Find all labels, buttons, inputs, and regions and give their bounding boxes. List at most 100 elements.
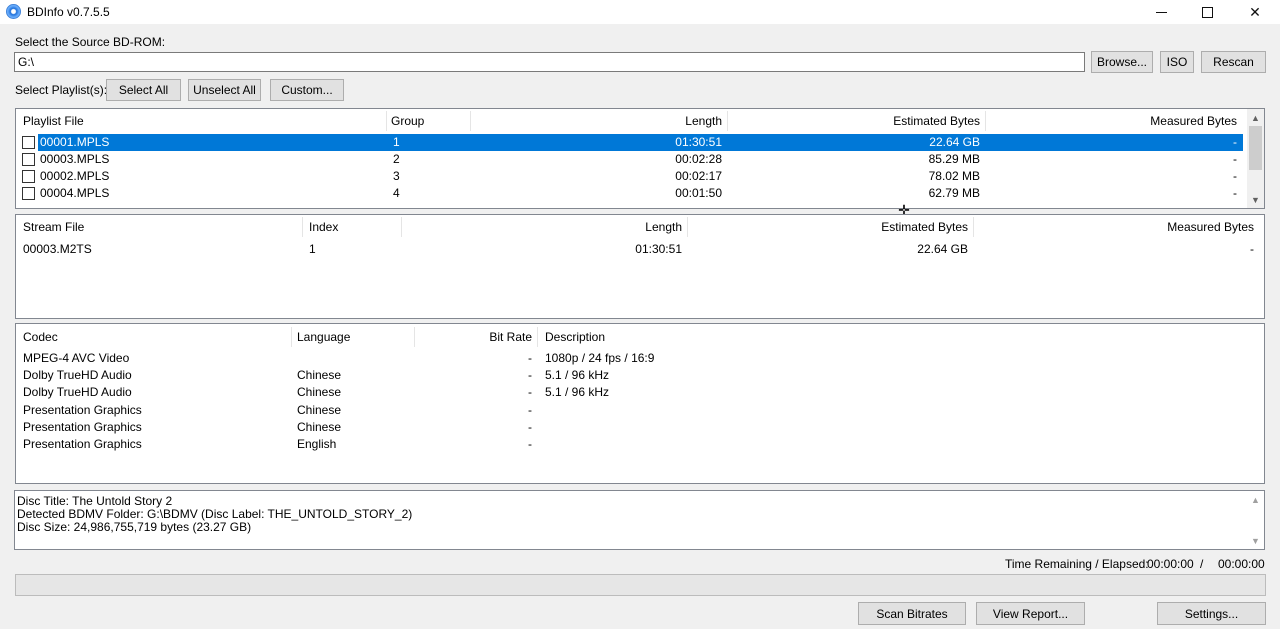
scroll-up-icon[interactable]: ▲ — [1247, 109, 1264, 126]
column-divider[interactable] — [470, 111, 471, 131]
playlist-checkbox[interactable] — [22, 136, 35, 149]
stream-measured-bytes: - — [1250, 242, 1254, 256]
column-header-measured-bytes[interactable]: Measured Bytes — [987, 109, 1237, 133]
source-path-input[interactable]: G:\ — [14, 52, 1085, 72]
playlist-row[interactable]: 00002.MPLS 3 00:02:17 78.02 MB - — [38, 168, 1243, 185]
playlist-scrollbar[interactable]: ▲ ▼ — [1247, 109, 1264, 208]
report-line-bdmv-folder: Detected BDMV Folder: G:\BDMV (Disc Labe… — [17, 507, 413, 521]
playlist-file: 00003.MPLS — [40, 152, 110, 166]
column-header-index[interactable]: Index — [309, 215, 338, 239]
column-header-length[interactable]: Length — [403, 215, 682, 239]
column-header-stream-file[interactable]: Stream File — [23, 215, 84, 239]
column-header-measured-bytes[interactable]: Measured Bytes — [975, 215, 1254, 239]
playlist-group: 1 — [393, 135, 400, 149]
playlist-file: 00001.MPLS — [40, 135, 110, 149]
playlist-row[interactable]: 00001.MPLS 1 01:30:51 22.64 GB - — [38, 134, 1243, 151]
stream-file: 00003.M2TS — [23, 242, 92, 256]
playlist-checkbox[interactable] — [22, 187, 35, 200]
playlist-checkbox[interactable] — [22, 170, 35, 183]
column-header-group[interactable]: Group — [391, 109, 424, 133]
column-header-language[interactable]: Language — [297, 325, 350, 349]
report-line-disc-title: Disc Title: The Untold Story 2 — [17, 494, 173, 508]
playlist-checkbox[interactable] — [22, 153, 35, 166]
scan-progress-bar — [15, 574, 1266, 596]
playlist-list[interactable]: Playlist File Group Length Estimated Byt… — [15, 108, 1265, 209]
column-divider[interactable] — [727, 111, 728, 131]
codec-row[interactable]: Presentation Graphics Chinese - — [16, 419, 1264, 436]
column-divider[interactable] — [401, 217, 402, 237]
playlist-row[interactable]: 00004.MPLS 4 00:01:50 62.79 MB - — [38, 185, 1243, 202]
report-line-disc-size: Disc Size: 24,986,755,719 bytes (23.27 G… — [17, 520, 252, 534]
column-header-length[interactable]: Length — [472, 109, 722, 133]
codec-description: 1080p / 24 fps / 16:9 — [545, 351, 655, 365]
window-title: BDInfo v0.7.5.5 — [27, 5, 110, 19]
codec-name: Presentation Graphics — [23, 437, 142, 451]
stream-list[interactable]: Stream File Index Length Estimated Bytes… — [15, 214, 1265, 319]
column-divider[interactable] — [973, 217, 974, 237]
column-divider[interactable] — [687, 217, 688, 237]
iso-button[interactable]: ISO — [1160, 51, 1194, 73]
time-remaining-value: 00:00:00 — [1147, 557, 1194, 571]
codec-bit-rate: - — [528, 403, 532, 417]
time-separator: / — [1200, 557, 1204, 571]
maximize-button[interactable] — [1184, 0, 1230, 24]
playlist-length: 00:01:50 — [675, 186, 722, 200]
playlist-estimated-bytes: 62.79 MB — [928, 186, 980, 200]
column-header-estimated-bytes[interactable]: Estimated Bytes — [729, 109, 980, 133]
time-remaining-label: Time Remaining / Elapsed: — [1005, 557, 1149, 571]
column-header-codec[interactable]: Codec — [23, 325, 58, 349]
stream-index: 1 — [309, 242, 316, 256]
column-divider[interactable] — [414, 327, 415, 347]
codec-row[interactable]: Presentation Graphics English - — [16, 436, 1264, 453]
close-button[interactable]: ✕ — [1232, 0, 1278, 24]
codec-row[interactable]: Dolby TrueHD Audio Chinese - 5.1 / 96 kH… — [16, 367, 1264, 384]
column-header-estimated-bytes[interactable]: Estimated Bytes — [689, 215, 968, 239]
playlist-measured-bytes: - — [1233, 186, 1237, 200]
settings-button[interactable]: Settings... — [1157, 602, 1266, 625]
codec-row[interactable]: Presentation Graphics Chinese - — [16, 402, 1264, 419]
select-all-button[interactable]: Select All — [106, 79, 181, 101]
stream-estimated-bytes: 22.64 GB — [917, 242, 968, 256]
column-divider[interactable] — [302, 217, 303, 237]
scan-bitrates-button[interactable]: Scan Bitrates — [858, 602, 966, 625]
custom-button[interactable]: Custom... — [270, 79, 344, 101]
playlist-row[interactable]: 00003.MPLS 2 00:02:28 85.29 MB - — [38, 151, 1243, 168]
browse-button[interactable]: Browse... — [1091, 51, 1153, 73]
playlist-group: 3 — [393, 169, 400, 183]
playlist-file: 00004.MPLS — [40, 186, 110, 200]
scroll-up-icon[interactable]: ▲ — [1247, 491, 1264, 508]
column-divider[interactable] — [537, 327, 538, 347]
codec-name: Presentation Graphics — [23, 403, 142, 417]
view-report-button[interactable]: View Report... — [976, 602, 1085, 625]
scrollbar-thumb[interactable] — [1249, 126, 1262, 170]
codec-bit-rate: - — [528, 420, 532, 434]
column-divider[interactable] — [985, 111, 986, 131]
stream-row[interactable]: 00003.M2TS 1 01:30:51 22.64 GB - — [16, 241, 1264, 258]
codec-row[interactable]: Dolby TrueHD Audio Chinese - 5.1 / 96 kH… — [16, 384, 1264, 401]
report-textbox[interactable]: Disc Title: The Untold Story 2 Detected … — [14, 490, 1265, 550]
column-header-playlist-file[interactable]: Playlist File — [23, 109, 84, 133]
column-divider[interactable] — [291, 327, 292, 347]
rescan-button[interactable]: Rescan — [1201, 51, 1266, 73]
codec-row[interactable]: MPEG-4 AVC Video - 1080p / 24 fps / 16:9 — [16, 350, 1264, 367]
column-divider[interactable] — [386, 111, 387, 131]
codec-name: Presentation Graphics — [23, 420, 142, 434]
column-header-bit-rate[interactable]: Bit Rate — [416, 325, 532, 349]
codec-bit-rate: - — [528, 368, 532, 382]
playlist-length: 00:02:17 — [675, 169, 722, 183]
source-label: Select the Source BD-ROM: — [15, 35, 166, 49]
codec-bit-rate: - — [528, 351, 532, 365]
report-scrollbar[interactable]: ▲ ▼ — [1247, 491, 1264, 549]
scroll-down-icon[interactable]: ▼ — [1247, 191, 1264, 208]
codec-name: Dolby TrueHD Audio — [23, 368, 132, 382]
minimize-button[interactable] — [1138, 0, 1184, 24]
column-header-description[interactable]: Description — [545, 325, 605, 349]
codec-list[interactable]: Codec Language Bit Rate Description MPEG… — [15, 323, 1265, 484]
unselect-all-button[interactable]: Unselect All — [188, 79, 261, 101]
maximize-icon — [1201, 6, 1213, 18]
disc-icon — [6, 4, 21, 19]
playlist-select-label: Select Playlist(s): — [15, 83, 108, 97]
codec-language: Chinese — [297, 368, 342, 382]
playlist-measured-bytes: - — [1233, 152, 1237, 166]
scroll-down-icon[interactable]: ▼ — [1247, 532, 1264, 549]
